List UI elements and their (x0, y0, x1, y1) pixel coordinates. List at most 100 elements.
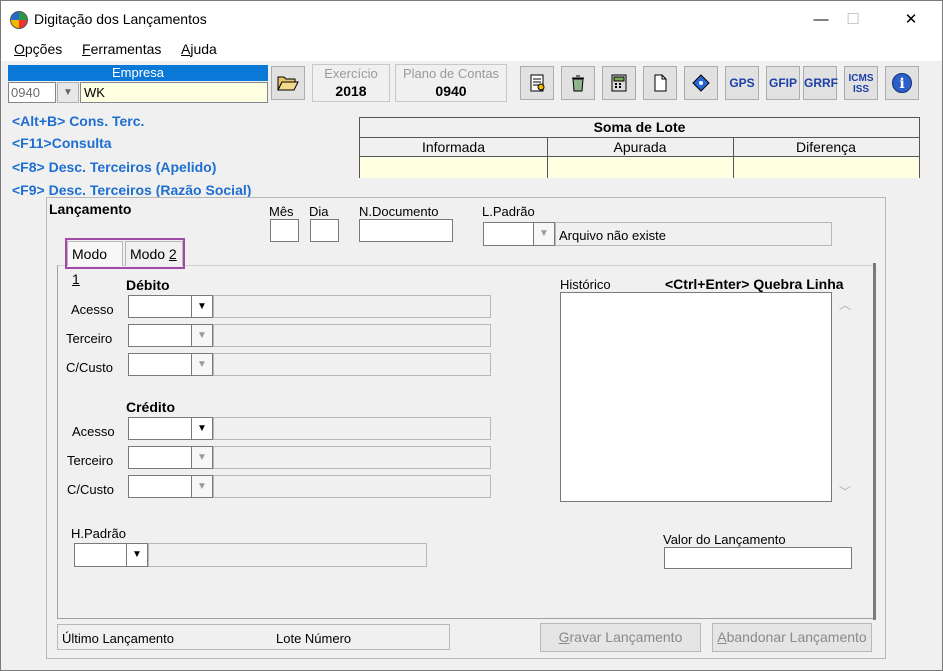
credito-acesso-label: Acesso (72, 424, 115, 439)
navigate-icon (692, 74, 710, 92)
toolbar-button-navigate[interactable] (684, 66, 718, 100)
empresa-label: Empresa (8, 65, 268, 81)
debito-terceiro-dropdown-icon[interactable]: ▼ (192, 324, 213, 347)
abandonar-lancamento-button[interactable]: Abandonar Lançamento (712, 623, 872, 652)
toolbar-button-delete[interactable] (561, 66, 595, 100)
valor-lancamento-input[interactable] (664, 547, 852, 569)
open-folder-button[interactable] (271, 66, 305, 100)
toolbar-button-info[interactable]: i (885, 66, 919, 100)
l-padrao-dropdown-icon[interactable]: ▼ (534, 222, 555, 246)
app-logo-icon (10, 11, 28, 29)
credito-acesso-dropdown-icon[interactable]: ▼ (192, 417, 213, 440)
new-document-icon (654, 74, 667, 92)
tabs-highlight (65, 238, 185, 269)
menu-opcoes[interactable]: Opções (14, 41, 62, 57)
debito-acesso-label: Acesso (71, 302, 114, 317)
debito-terceiro-label: Terceiro (66, 331, 113, 346)
empresa-spin-down-icon[interactable]: ▼ (57, 82, 79, 103)
l-padrao-label: L.Padrão (482, 204, 535, 219)
scroll-down-icon[interactable]: ﹀ (839, 483, 851, 500)
valor-lancamento-label: Valor do Lançamento (663, 532, 786, 547)
window-title: Digitação dos Lançamentos (34, 11, 207, 27)
toolbar-button-calc[interactable] (602, 66, 636, 100)
report-icon (530, 74, 545, 92)
toolbar-button-grrf[interactable]: GRRF (803, 66, 838, 100)
historico-textarea[interactable] (560, 292, 832, 502)
apurada-value (547, 157, 733, 178)
h-padrao-dropdown-icon[interactable]: ▼ (127, 543, 148, 567)
n-documento-input[interactable] (359, 219, 453, 242)
l-padrao-input[interactable] (483, 222, 534, 246)
arquivo-status-text: Arquivo não existe (559, 228, 666, 243)
soma-lote-table: Soma de Lote Informada Apurada Diferença (359, 117, 920, 178)
h-padrao-input[interactable] (74, 543, 127, 567)
toolbar-button-new[interactable] (643, 66, 677, 100)
historico-label: Histórico (560, 277, 611, 292)
hotkey-cons-terc: <Alt+B> Cons. Terc. (12, 113, 145, 129)
debito-acesso-dropdown-icon[interactable]: ▼ (192, 295, 213, 318)
tab-panel-shadow (873, 263, 876, 620)
menu-ajuda[interactable]: Ajuda (181, 41, 217, 57)
icms-label: ICMS (848, 73, 874, 84)
debito-acesso-input[interactable] (128, 295, 192, 318)
exercicio-label: Exercício (324, 66, 378, 81)
toolbar-button-gps[interactable]: GPS (725, 66, 759, 100)
divider (547, 138, 548, 178)
credito-acesso-input[interactable] (128, 417, 192, 440)
dia-input[interactable] (310, 219, 339, 242)
credito-ccusto-desc (213, 475, 491, 498)
exercicio-value: 2018 (335, 83, 367, 99)
column-diferenca: Diferença (733, 138, 919, 157)
plano-contas-label: Plano de Contas (402, 66, 500, 81)
n-documento-label: N.Documento (359, 204, 439, 219)
mes-input[interactable] (270, 219, 299, 242)
soma-lote-title: Soma de Lote (360, 118, 919, 138)
credito-ccusto-input[interactable] (128, 475, 192, 498)
toolbar-button-icms-iss[interactable]: ICMS ISS (844, 66, 878, 100)
credito-acesso-desc (213, 417, 491, 440)
iss-label: ISS (852, 84, 870, 95)
toolbar-button-gfip[interactable]: GFIP (766, 66, 800, 100)
divider (733, 138, 734, 178)
gravar-lancamento-button[interactable]: Gravar Lançamento (540, 623, 701, 652)
diferenca-value (733, 157, 919, 178)
debito-ccusto-dropdown-icon[interactable]: ▼ (192, 353, 213, 376)
debito-ccusto-desc (213, 353, 491, 376)
credito-terceiro-label: Terceiro (67, 453, 114, 468)
credito-terceiro-dropdown-icon[interactable]: ▼ (192, 446, 213, 469)
debito-acesso-desc (213, 295, 491, 318)
h-padrao-label: H.Padrão (71, 526, 126, 541)
historico-hint: <Ctrl+Enter> Quebra Linha (665, 276, 844, 292)
dia-label: Dia (309, 204, 329, 219)
debito-terceiro-desc (213, 324, 491, 347)
calculator-icon (611, 74, 627, 92)
credito-title: Crédito (126, 399, 175, 415)
debito-ccusto-input[interactable] (128, 353, 192, 376)
info-icon: i (892, 73, 912, 93)
debito-ccusto-label: C/Custo (66, 360, 113, 375)
credito-terceiro-desc (213, 446, 491, 469)
credito-ccusto-dropdown-icon[interactable]: ▼ (192, 475, 213, 498)
column-apurada: Apurada (547, 138, 733, 157)
ultimo-lancamento-label: Último Lançamento (62, 631, 174, 646)
app-window: Digitação dos Lançamentos — ☐ ✕ Opções F… (0, 0, 943, 671)
hotkey-consulta: <F11>Consulta (12, 135, 112, 151)
credito-terceiro-input[interactable] (128, 446, 192, 469)
informada-value (360, 157, 547, 178)
toolbar-button-report[interactable] (520, 66, 554, 100)
column-informada: Informada (360, 138, 547, 157)
lancamento-title: Lançamento (49, 201, 132, 217)
credito-ccusto-label: C/Custo (67, 482, 114, 497)
hotkey-desc-razao: <F9> Desc. Terceiros (Razão Social) (12, 182, 252, 198)
menu-ferramentas[interactable]: Ferramentas (82, 41, 161, 57)
debito-terceiro-input[interactable] (128, 324, 192, 347)
maximize-button[interactable]: ☐ (830, 1, 876, 39)
hotkey-desc-apelido: <F8> Desc. Terceiros (Apelido) (12, 159, 217, 175)
plano-contas-value: 0940 (435, 83, 467, 99)
lote-numero-label: Lote Número (276, 631, 352, 646)
empresa-name-field[interactable]: WK (80, 82, 268, 103)
close-button[interactable]: ✕ (888, 1, 934, 39)
scroll-up-icon[interactable]: ︿ (839, 296, 851, 313)
empresa-code-field[interactable]: 0940 (8, 82, 56, 103)
debito-title: Débito (126, 277, 170, 293)
